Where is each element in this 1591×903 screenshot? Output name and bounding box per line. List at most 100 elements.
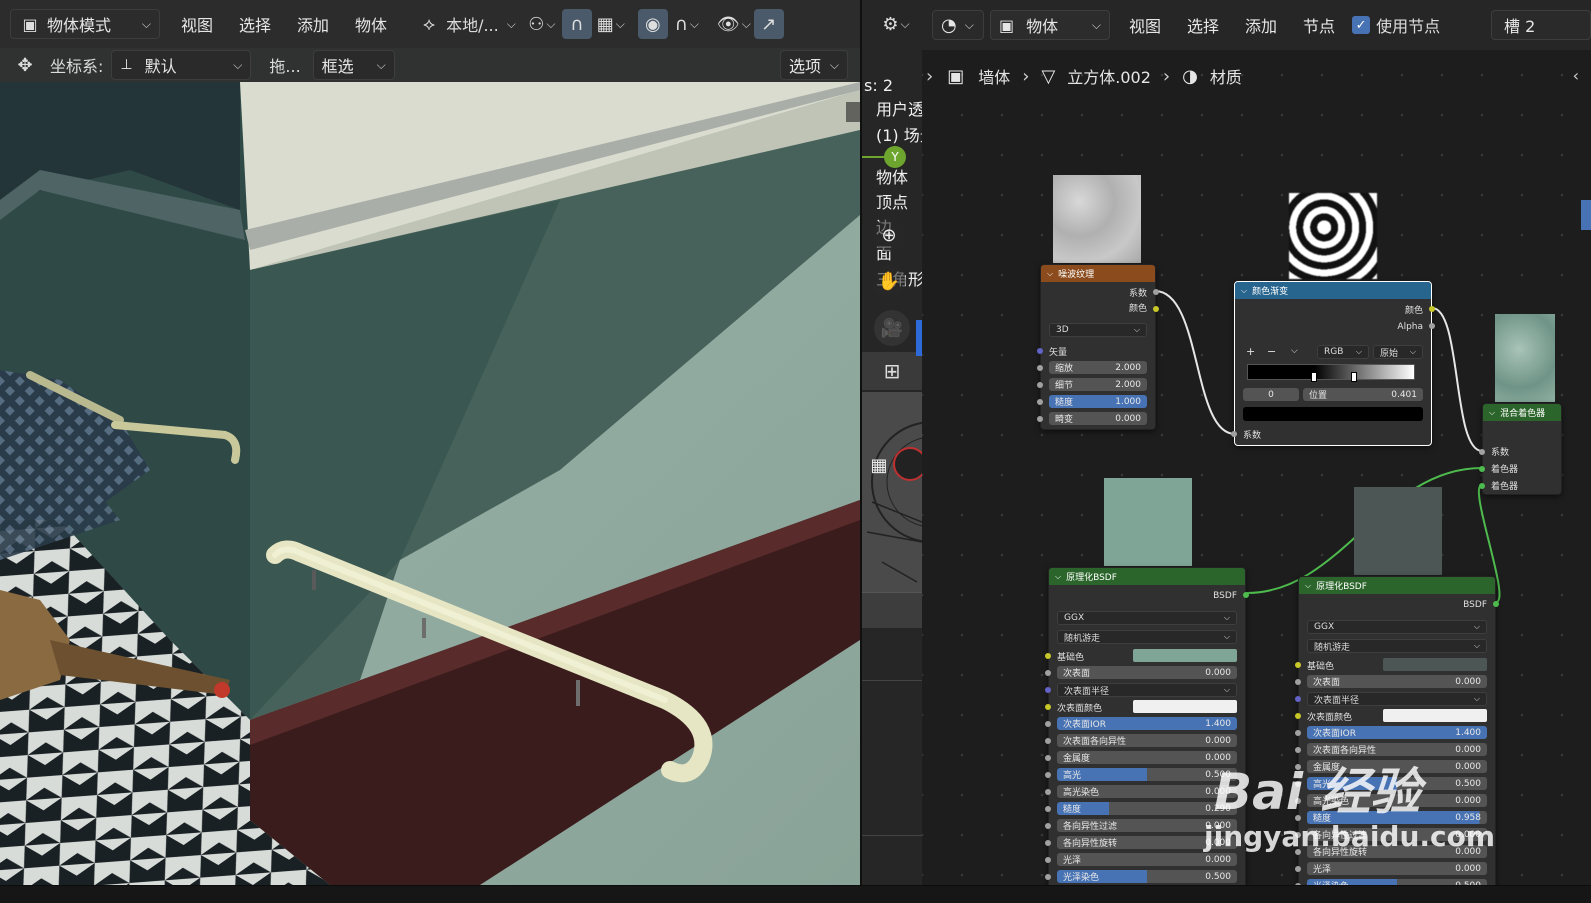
socket-input[interactable] [1045, 670, 1051, 676]
pivot-point-icon[interactable]: ⚇ ⌵ [522, 9, 562, 39]
socket-input[interactable] [1045, 704, 1051, 710]
add-stop-icon[interactable]: + [1246, 345, 1255, 358]
gizmo-toggle-icon[interactable]: ↗ [753, 9, 784, 39]
checker-icon[interactable]: ▦ [864, 450, 894, 480]
gradient-bar[interactable] [1247, 364, 1415, 380]
collapse-chevron-icon[interactable]: ⌵ [1489, 408, 1495, 418]
socket-fac-in[interactable] [1479, 449, 1485, 455]
remove-stop-icon[interactable]: − [1267, 345, 1276, 358]
socket-input[interactable] [1295, 866, 1301, 872]
bsdf-value-field[interactable]: 金属度 0.000 [1057, 751, 1237, 764]
socket-input[interactable] [1045, 857, 1051, 863]
collapse-chevron-icon[interactable]: ⌵ [1305, 581, 1311, 591]
node-header[interactable]: ⌵ 颜色渐变 [1235, 282, 1431, 299]
menu-object[interactable]: 物体 [342, 12, 400, 36]
coord-system-dropdown[interactable]: ⊥ 默认 ⌵ [111, 50, 252, 80]
stop-index-field[interactable]: 0 [1243, 388, 1299, 401]
subsurface-radius-select[interactable]: 次表面半径 ⌵ [1057, 683, 1237, 697]
move-tool-icon[interactable]: ✥ [10, 50, 40, 80]
viewport-scene[interactable] [0, 0, 860, 885]
bsdf-value-field[interactable]: 高光染色 0.000 [1057, 785, 1237, 798]
hand-pan-icon[interactable]: ✋ [872, 264, 906, 298]
distortion-field[interactable]: 畸变 0.000 [1049, 412, 1147, 425]
socket-input[interactable] [1045, 840, 1051, 846]
subsurface-method-select[interactable]: 随机游走 ⌵ [1057, 630, 1237, 644]
noise-texture-node[interactable]: ⌵ 噪波纹理 系数 颜色 3D ⌵ 矢量 缩放 2.000 细节 2.000 糙度 1.0… [1037, 264, 1159, 430]
socket-input[interactable] [1295, 713, 1301, 719]
socket-input[interactable] [1045, 738, 1051, 744]
socket-input[interactable] [1045, 755, 1051, 761]
bsdf-value-field[interactable]: 光泽 0.000 [1057, 853, 1237, 866]
socket-shader2-in[interactable] [1479, 483, 1485, 489]
zoom-plus-icon[interactable]: ⊕ [872, 218, 906, 252]
subsurface-color-swatch[interactable] [1383, 709, 1487, 722]
bsdf-value-field[interactable]: 次表面 0.000 [1057, 666, 1237, 679]
detail-field[interactable]: 细节 2.000 [1049, 378, 1147, 391]
menu-view[interactable]: 视图 [168, 12, 226, 36]
socket-input[interactable] [1045, 772, 1051, 778]
menu-add[interactable]: 添加 [284, 12, 342, 36]
color-ramp-node[interactable]: ⌵ 颜色渐变 颜色 Alpha + − ⌵ RGB ⌵ 原始 ⌵ 0 位置 0.401 … [1231, 281, 1435, 446]
mode-dropdown[interactable]: ▣ 物体模式 ⌵ [10, 9, 160, 39]
position-field[interactable]: 位置 0.401 [1303, 388, 1423, 401]
options-dropdown[interactable]: 选项 ⌵ [780, 50, 848, 80]
socket-bsdf-out[interactable] [1243, 592, 1249, 598]
socket-input[interactable] [1295, 730, 1301, 736]
node-header[interactable]: ⌵ 原理化BSDF [1299, 577, 1495, 594]
bsdf-value-field[interactable]: 光泽 0.000 [1307, 862, 1487, 875]
snap-grid-icon[interactable]: ▦ ⌵ [592, 9, 630, 39]
socket-alpha-out[interactable] [1429, 323, 1435, 329]
socket-distortion-in[interactable] [1037, 416, 1043, 422]
subsurface-color-swatch[interactable] [1133, 700, 1237, 713]
collapse-chevron-icon[interactable]: ⌵ [1047, 269, 1053, 279]
subsurface-radius-select[interactable]: 次表面半径 ⌵ [1307, 692, 1487, 706]
menu-select[interactable]: 选择 [226, 12, 284, 36]
socket-input[interactable] [1295, 696, 1301, 702]
base-color-swatch[interactable] [1383, 658, 1487, 671]
socket-input[interactable] [1295, 662, 1301, 668]
gizmo-settings-icon[interactable]: ⚙ ⌵ [876, 9, 916, 39]
bsdf-value-field[interactable]: 次表面IOR 1.400 [1307, 726, 1487, 739]
distribution-select[interactable]: GGX ⌵ [1057, 611, 1237, 625]
bsdf-value-field[interactable]: 次表面各向异性 0.000 [1057, 734, 1237, 747]
socket-input[interactable] [1045, 687, 1051, 693]
proportional-edit-icon[interactable]: ◉ [637, 9, 668, 39]
socket-shader1-in[interactable] [1479, 466, 1485, 472]
snap-magnet-icon[interactable]: ∩ [561, 9, 592, 39]
color-mode-select[interactable]: RGB ⌵ [1317, 345, 1369, 359]
socket-roughness-in[interactable] [1037, 399, 1043, 405]
bsdf-value-field[interactable]: 光泽染色0.500 [1057, 870, 1237, 883]
subsurface-method-select[interactable]: 随机游走 ⌵ [1307, 639, 1487, 653]
distribution-select[interactable]: GGX ⌵ [1307, 620, 1487, 634]
socket-input[interactable] [1045, 806, 1051, 812]
socket-fac-in[interactable] [1231, 431, 1237, 437]
ramp-stop-white[interactable] [1351, 372, 1357, 382]
socket-detail-in[interactable] [1037, 382, 1043, 388]
node-header[interactable]: ⌵ 噪波纹理 [1041, 265, 1155, 282]
roughness-field[interactable]: 糙度 1.000 [1049, 395, 1147, 408]
ramp-stop-black[interactable] [1311, 372, 1317, 382]
socket-input[interactable] [1045, 789, 1051, 795]
3d-viewport[interactable]: ▣ 物体模式 ⌵ 视图 选择 添加 物体 ⟡ 本地/... ⌵ ⚇ ⌵ ∩ ▦ ⌵ … [0, 0, 860, 885]
socket-input[interactable] [1045, 721, 1051, 727]
bsdf-value-field[interactable]: 次表面IOR 1.400 [1057, 717, 1237, 730]
base-color-swatch[interactable] [1133, 649, 1237, 662]
scale-field[interactable]: 缩放 2.000 [1049, 361, 1147, 374]
socket-fac-out[interactable] [1153, 289, 1159, 295]
socket-input[interactable] [1045, 653, 1051, 659]
mix-shader-node[interactable]: ⌵ 混合着色器 系数 着色器 着色器 [1479, 403, 1562, 495]
socket-bsdf-out[interactable] [1493, 601, 1499, 607]
chevron-down-icon[interactable]: ⌵ [1291, 346, 1298, 356]
socket-input[interactable] [1295, 679, 1301, 685]
falloff-curve-icon[interactable]: ∩ ⌵ [668, 9, 706, 39]
bsdf-value-field[interactable]: 高光 0.500 [1057, 768, 1237, 781]
socket-color-out[interactable] [1153, 306, 1159, 312]
stop-color-swatch[interactable] [1243, 407, 1423, 421]
shader-node-editor[interactable]: ◔ ⌵ ▣ 物体 ⌵ 视图 选择 添加 节点 ✓ 使用节点 槽 2 › ▣ 墙体 [922, 0, 1591, 885]
socket-color-out[interactable] [1429, 306, 1435, 312]
camera-view-icon[interactable]: 🎥 [874, 310, 910, 346]
visibility-eye-icon[interactable]: 👁 ⌵ [714, 9, 754, 39]
socket-input[interactable] [1045, 874, 1051, 880]
secondary-viewport[interactable]: ⚙⌵ s: 2 用户透 (1) 场景 Y 物体 顶点 边 面 三角形 ⊕ ✋ 🎥… [860, 0, 922, 885]
bsdf-value-field[interactable]: 糙度 0.290 [1057, 802, 1237, 815]
